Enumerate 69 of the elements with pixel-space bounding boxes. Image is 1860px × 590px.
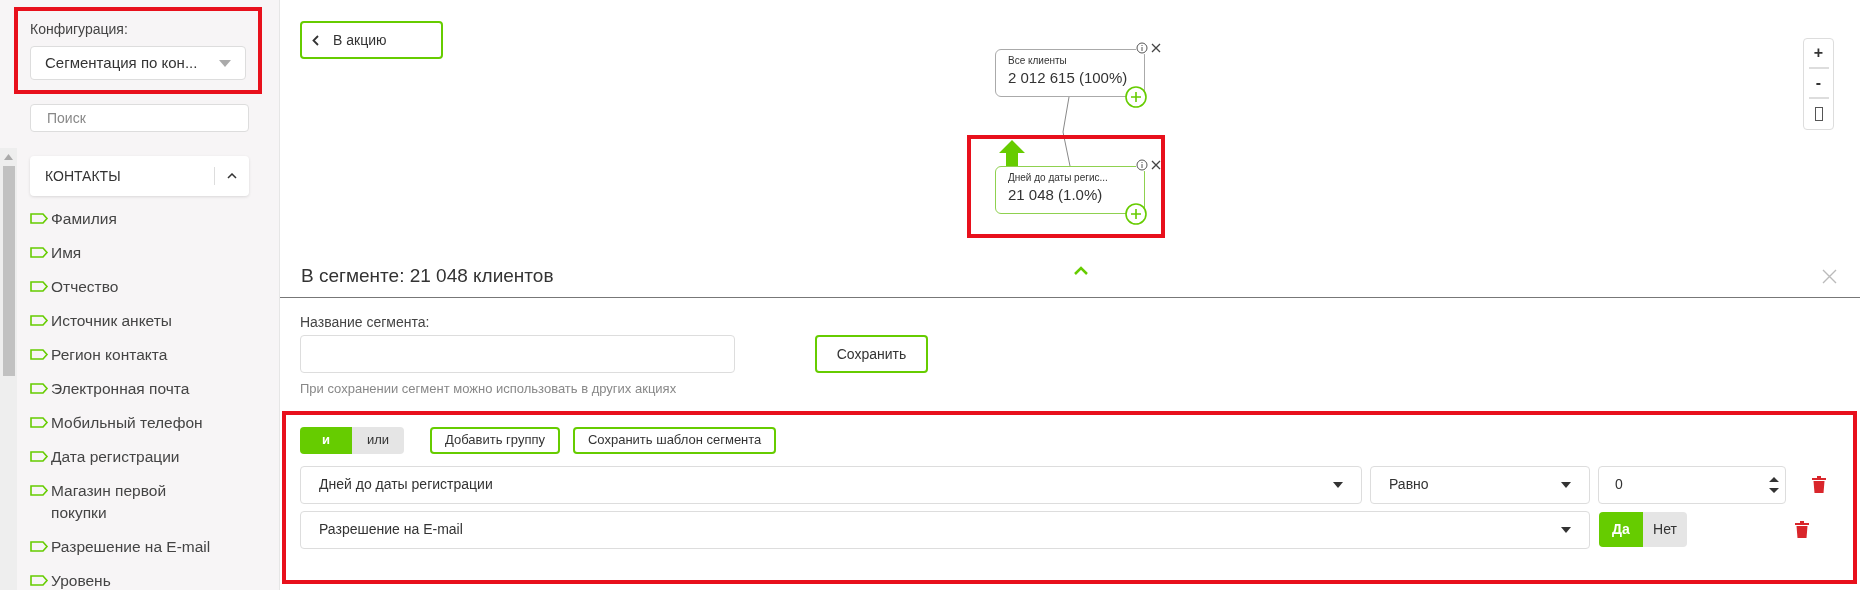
- field-item[interactable]: Уровень: [51, 570, 111, 590]
- tag-icon: [30, 213, 49, 224]
- segment-heading: В сегменте: 21 048 клиентов: [301, 263, 554, 288]
- dropdown-caret-icon: [1333, 481, 1343, 488]
- logic-toggle[interactable]: или: [352, 426, 404, 454]
- tag-icon: [30, 451, 49, 462]
- spinner-icon[interactable]: [1769, 474, 1779, 495]
- field-item[interactable]: Имя: [51, 242, 82, 264]
- field-item[interactable]: Мобильный телефон: [51, 412, 203, 434]
- node-count: 21 048 (1.0%): [1008, 185, 1104, 205]
- trash-icon[interactable]: [1795, 521, 1809, 538]
- tag-icon: [30, 315, 49, 326]
- dropdown-caret-icon: [1561, 526, 1571, 533]
- chevron-up-icon: [227, 173, 237, 179]
- zoom-in-button[interactable]: +: [1813, 39, 1824, 67]
- tag-icon: [30, 383, 49, 394]
- field-item[interactable]: Электронная почта: [51, 378, 190, 400]
- tag-icon: [30, 485, 49, 496]
- field-item[interactable]: Фамилия: [51, 208, 117, 230]
- scrollbar[interactable]: [0, 148, 17, 590]
- field-select[interactable]: Разрешение на E-mail: [300, 510, 1590, 549]
- field-item[interactable]: Регион контакта: [51, 344, 168, 366]
- info-icon[interactable]: [1136, 159, 1148, 171]
- dropdown-caret-icon: [1561, 481, 1571, 488]
- save-button[interactable]: Сохранить: [815, 335, 928, 373]
- tag-icon: [30, 349, 49, 360]
- node-title: Дней до даты регис...: [1008, 171, 1109, 185]
- field-item[interactable]: Разрешение на E-mail: [51, 536, 211, 558]
- section-header[interactable]: КОНТАКТЫ: [30, 156, 249, 196]
- connector-line: [1062, 97, 1071, 166]
- number-field[interactable]: 0: [1598, 465, 1786, 504]
- close-icon[interactable]: [1151, 160, 1161, 170]
- section-title: КОНТАКТЫ: [45, 166, 122, 186]
- up-arrow-icon: [999, 140, 1025, 166]
- field-item[interactable]: Отчество: [51, 276, 119, 298]
- tag-icon: [30, 541, 49, 552]
- field-item[interactable]: Магазин первой покупки: [51, 480, 223, 524]
- save-hint: При сохранении сегмент можно использовать в других акциях: [300, 380, 678, 398]
- node-title: Все клиенты: [1008, 54, 1068, 68]
- segment-node[interactable]: Дней до даты регис... 21 048 (1.0%): [995, 166, 1145, 214]
- yes-no-toggle[interactable]: Нет: [1643, 512, 1687, 547]
- tag-icon: [30, 281, 49, 292]
- add-group-button[interactable]: Добавить группу: [430, 426, 560, 454]
- fit-screen-icon[interactable]: [1814, 107, 1823, 121]
- config-label: Конфигурация:: [30, 20, 129, 39]
- back-button[interactable]: В акцию: [300, 21, 443, 59]
- trash-icon[interactable]: [1812, 476, 1826, 493]
- add-icon[interactable]: [1125, 86, 1147, 108]
- segment-node[interactable]: Все клиенты 2 012 615 (100%): [995, 49, 1145, 97]
- segment-name-label: Название сегмента:: [300, 313, 431, 332]
- close-icon[interactable]: [1151, 43, 1161, 53]
- field-select[interactable]: Дней до даты регистрации: [300, 465, 1362, 504]
- search-field[interactable]: Поиск: [30, 104, 249, 132]
- tag-icon: [30, 417, 49, 428]
- zoom-out-button[interactable]: -: [1815, 69, 1822, 97]
- tag-icon: [30, 247, 49, 258]
- config-select[interactable]: Сегментация по кон...: [30, 46, 246, 80]
- collapse-chevron-icon[interactable]: [1073, 266, 1089, 276]
- info-icon[interactable]: [1136, 42, 1148, 54]
- field-item[interactable]: Дата регистрации: [51, 446, 180, 468]
- add-icon[interactable]: [1125, 203, 1147, 225]
- node-count: 2 012 615 (100%): [1008, 68, 1129, 88]
- segment-name-field[interactable]: [300, 335, 735, 373]
- dropdown-caret-icon: [219, 59, 231, 67]
- chevron-left-icon: [312, 34, 319, 46]
- field-item[interactable]: Источник анкеты: [51, 310, 172, 332]
- operator-select[interactable]: Равно: [1370, 465, 1590, 504]
- save-template-button[interactable]: Сохранить шаблон сегмента: [573, 426, 777, 454]
- tag-icon: [30, 575, 49, 586]
